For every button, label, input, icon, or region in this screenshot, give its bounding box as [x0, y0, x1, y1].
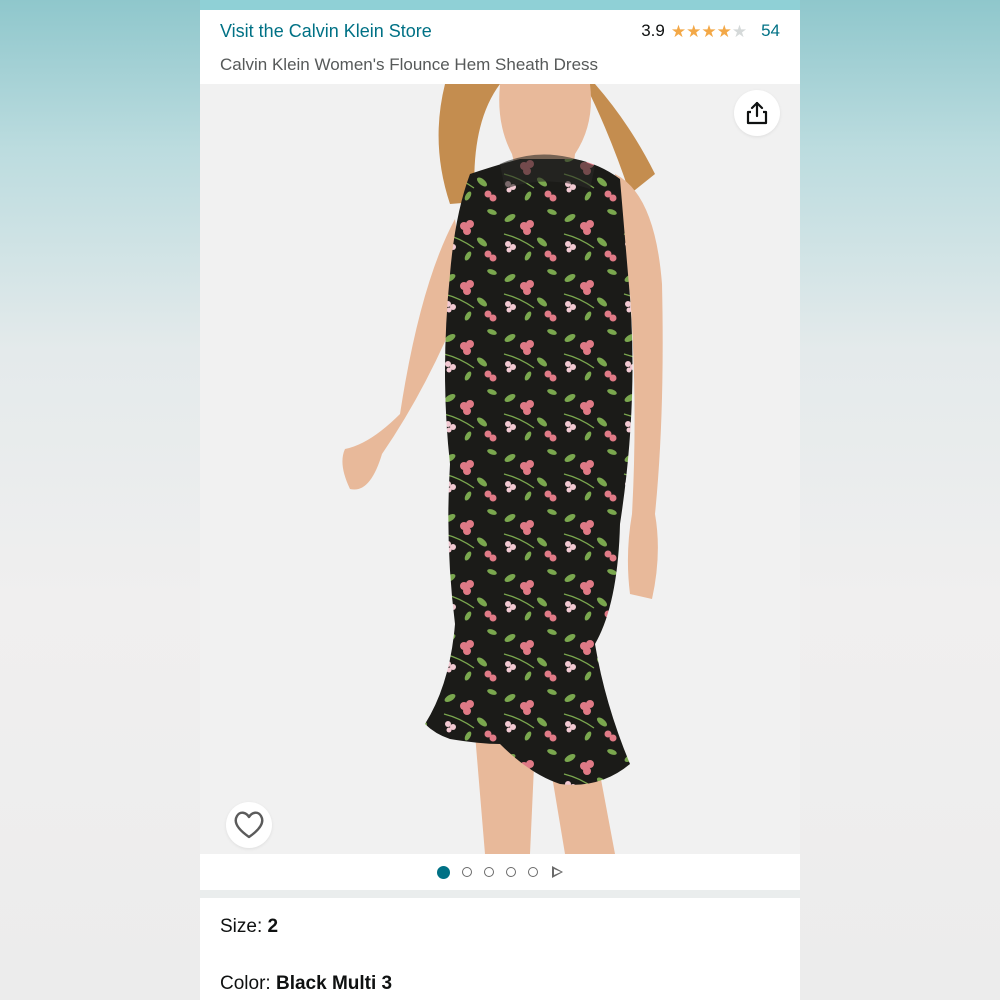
size-value: 2 [267, 916, 279, 937]
carousel-dot[interactable] [462, 867, 472, 877]
color-value: Black Multi 3 [275, 973, 393, 994]
video-play-icon[interactable] [552, 866, 563, 878]
rating-summary[interactable]: 3.9 ★ ★ ★ ★ ★ 54 [641, 21, 780, 41]
share-icon [746, 101, 768, 125]
top-strip [200, 0, 800, 10]
carousel-dot[interactable] [437, 865, 450, 879]
color-selector[interactable]: Color: Black Multi 3 [220, 973, 392, 995]
star-icon: ★ [670, 21, 687, 41]
carousel-dot[interactable] [506, 867, 516, 877]
size-label: Size: [220, 916, 268, 937]
store-row: Visit the Calvin Klein Store 3.9 ★ ★ ★ ★… [220, 18, 780, 44]
wishlist-button[interactable] [226, 802, 272, 848]
star-empty-icon: ★ [731, 21, 748, 41]
star-icon: ★ [701, 21, 717, 41]
product-image [200, 84, 800, 854]
store-link[interactable]: Visit the Calvin Klein Store [220, 21, 432, 42]
review-count[interactable]: 54 [761, 21, 780, 41]
star-icon: ★ [716, 21, 732, 41]
carousel-dot[interactable] [484, 867, 494, 877]
share-button[interactable] [734, 90, 780, 136]
rating-value: 3.9 [641, 21, 665, 40]
product-page: Visit the Calvin Klein Store 3.9 ★ ★ ★ ★… [200, 0, 800, 1000]
color-label: Color: [220, 973, 276, 994]
product-title: Calvin Klein Women's Flounce Hem Sheath … [220, 55, 599, 74]
background-left [0, 0, 200, 1000]
star-icon: ★ [686, 21, 702, 41]
carousel-dot[interactable] [528, 867, 538, 877]
background-right [800, 0, 1000, 1000]
section-divider [200, 890, 800, 898]
heart-icon [234, 811, 264, 839]
product-image-carousel[interactable] [200, 84, 800, 854]
carousel-indicator [200, 854, 800, 890]
size-selector[interactable]: Size: 2 [220, 916, 278, 938]
star-rating: ★ ★ ★ ★ ★ [671, 23, 747, 40]
